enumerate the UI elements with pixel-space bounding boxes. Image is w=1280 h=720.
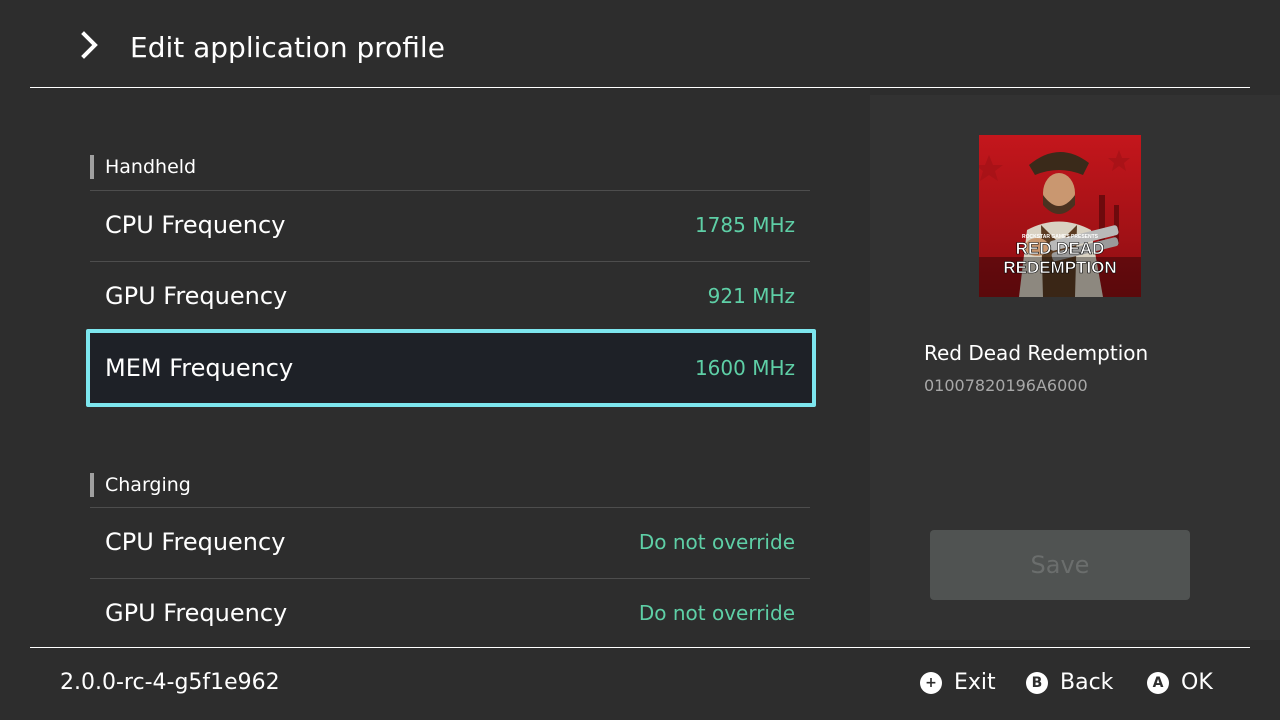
app-info-panel: ROCKSTAR GAMES PRESENTS RED DEAD REDEMPT…: [870, 95, 1280, 640]
back-label: Back: [1060, 670, 1114, 695]
ok-label: OK: [1181, 670, 1213, 695]
list-item-handheld-cpu-frequency[interactable]: CPU Frequency 1785 MHz: [90, 191, 810, 261]
header: Edit application profile: [0, 0, 1280, 88]
list-item-charging-cpu-frequency[interactable]: CPU Frequency Do not override: [90, 508, 810, 578]
section-marker: [90, 155, 94, 179]
app-screen: Edit application profile Handheld CPU Fr…: [0, 0, 1280, 720]
game-id: 01007820196A6000: [924, 376, 1088, 395]
exit-label: Exit: [954, 670, 996, 695]
item-value: 921 MHz: [707, 284, 795, 308]
item-value: 1785 MHz: [694, 213, 795, 237]
save-button[interactable]: Save: [930, 530, 1190, 600]
game-cover-image: ROCKSTAR GAMES PRESENTS RED DEAD REDEMPT…: [979, 135, 1141, 297]
item-label: GPU Frequency: [105, 599, 288, 627]
game-title: Red Dead Redemption: [924, 341, 1149, 365]
item-value: 1600 MHz: [694, 356, 795, 380]
item-value: Do not override: [638, 530, 795, 554]
version-label: 2.0.0-rc-4-g5f1e962: [60, 670, 280, 695]
section-marker: [90, 473, 94, 497]
back-hint[interactable]: B Back: [1026, 669, 1113, 697]
cover-title-line1: RED DEAD: [1016, 239, 1105, 258]
item-label: CPU Frequency: [105, 528, 286, 556]
list-item-handheld-gpu-frequency[interactable]: GPU Frequency 921 MHz: [90, 262, 810, 332]
item-value: Do not override: [638, 601, 795, 625]
section-label: Handheld: [105, 156, 197, 178]
page-title: Edit application profile: [130, 31, 445, 64]
section-label: Charging: [105, 474, 191, 496]
item-label: GPU Frequency: [105, 282, 288, 310]
item-label: CPU Frequency: [105, 211, 286, 239]
list-item-charging-gpu-frequency[interactable]: GPU Frequency Do not override: [90, 579, 810, 647]
list-item-handheld-mem-frequency[interactable]: MEM Frequency 1600 MHz: [86, 329, 816, 407]
cover-title-line2: REDEMPTION: [1003, 258, 1116, 277]
settings-list: Handheld CPU Frequency 1785 MHz GPU Freq…: [0, 88, 870, 647]
b-button-icon: B: [1026, 672, 1048, 694]
footer: 2.0.0-rc-4-g5f1e962 + Exit B Back A OK: [0, 648, 1280, 720]
chevron-right-icon[interactable]: [78, 30, 102, 60]
item-label: MEM Frequency: [105, 354, 294, 382]
plus-button-icon: +: [920, 672, 942, 694]
a-button-icon: A: [1147, 672, 1169, 694]
exit-hint[interactable]: + Exit: [920, 669, 996, 697]
ok-hint[interactable]: A OK: [1147, 669, 1213, 697]
